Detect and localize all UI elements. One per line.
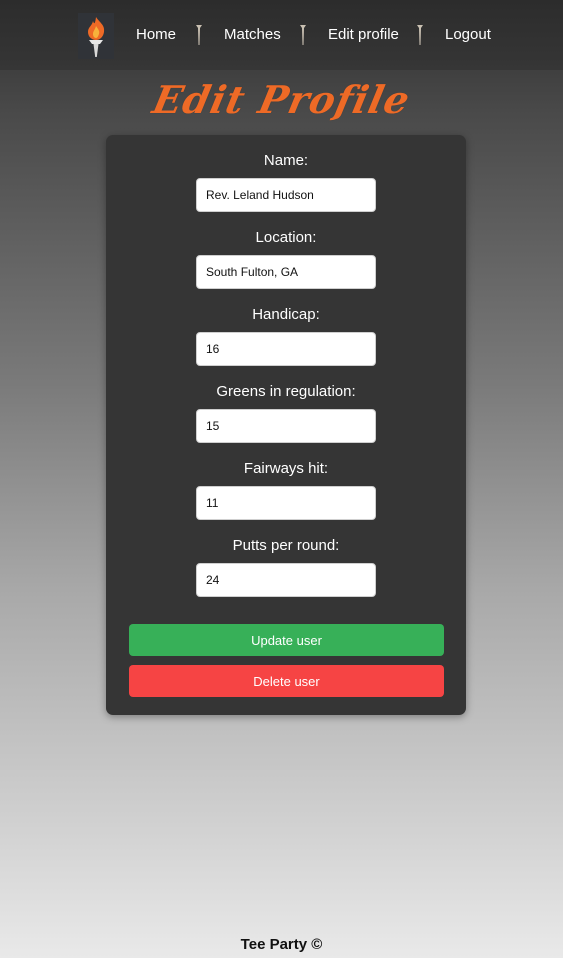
nav-link-matches[interactable]: Matches: [224, 26, 281, 44]
handicap-field[interactable]: [196, 332, 376, 366]
top-navbar: Home Matches Edit profile Logout: [0, 0, 563, 70]
update-user-button[interactable]: Update user: [129, 624, 444, 656]
nav-link-edit-profile[interactable]: Edit profile: [328, 26, 399, 44]
golf-tee-icon: [417, 25, 423, 45]
delete-user-button[interactable]: Delete user: [129, 665, 444, 697]
greens-in-regulation-field[interactable]: [196, 409, 376, 443]
fairways-hit-label: Fairways hit:: [243, 460, 329, 477]
name-field[interactable]: [196, 178, 376, 212]
handicap-label: Handicap:: [252, 306, 320, 323]
torch-icon[interactable]: [78, 13, 114, 59]
putts-per-round-field[interactable]: [196, 563, 376, 597]
edit-profile-form: Name: Location: Handicap: Greens in regu…: [106, 135, 466, 715]
footer-copyright: Tee Party ©: [240, 936, 323, 953]
golf-tee-icon: [300, 25, 306, 45]
nav-link-logout[interactable]: Logout: [445, 26, 491, 44]
fairways-hit-field[interactable]: [196, 486, 376, 520]
putts-per-round-label: Putts per round:: [232, 537, 340, 554]
location-field[interactable]: [196, 255, 376, 289]
page-title: Edit Profile: [148, 77, 415, 122]
greens-in-regulation-label: Greens in regulation:: [216, 383, 356, 400]
name-label: Name:: [263, 152, 309, 169]
golf-tee-icon: [196, 25, 202, 45]
nav-link-home[interactable]: Home: [136, 26, 176, 44]
location-label: Location:: [255, 229, 317, 246]
